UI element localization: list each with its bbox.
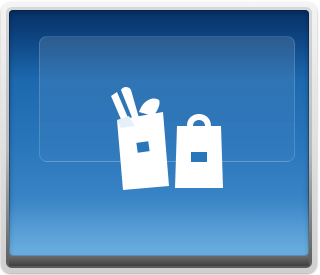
tile-bottom-light <box>9 196 309 256</box>
left-bag-label <box>136 141 150 153</box>
shopping-bags-icon <box>111 87 223 190</box>
app-tile-frame <box>1 2 317 273</box>
right-bag-handle <box>187 114 211 126</box>
tile-bottom-bar <box>9 256 309 266</box>
right-bag-label <box>191 152 207 162</box>
